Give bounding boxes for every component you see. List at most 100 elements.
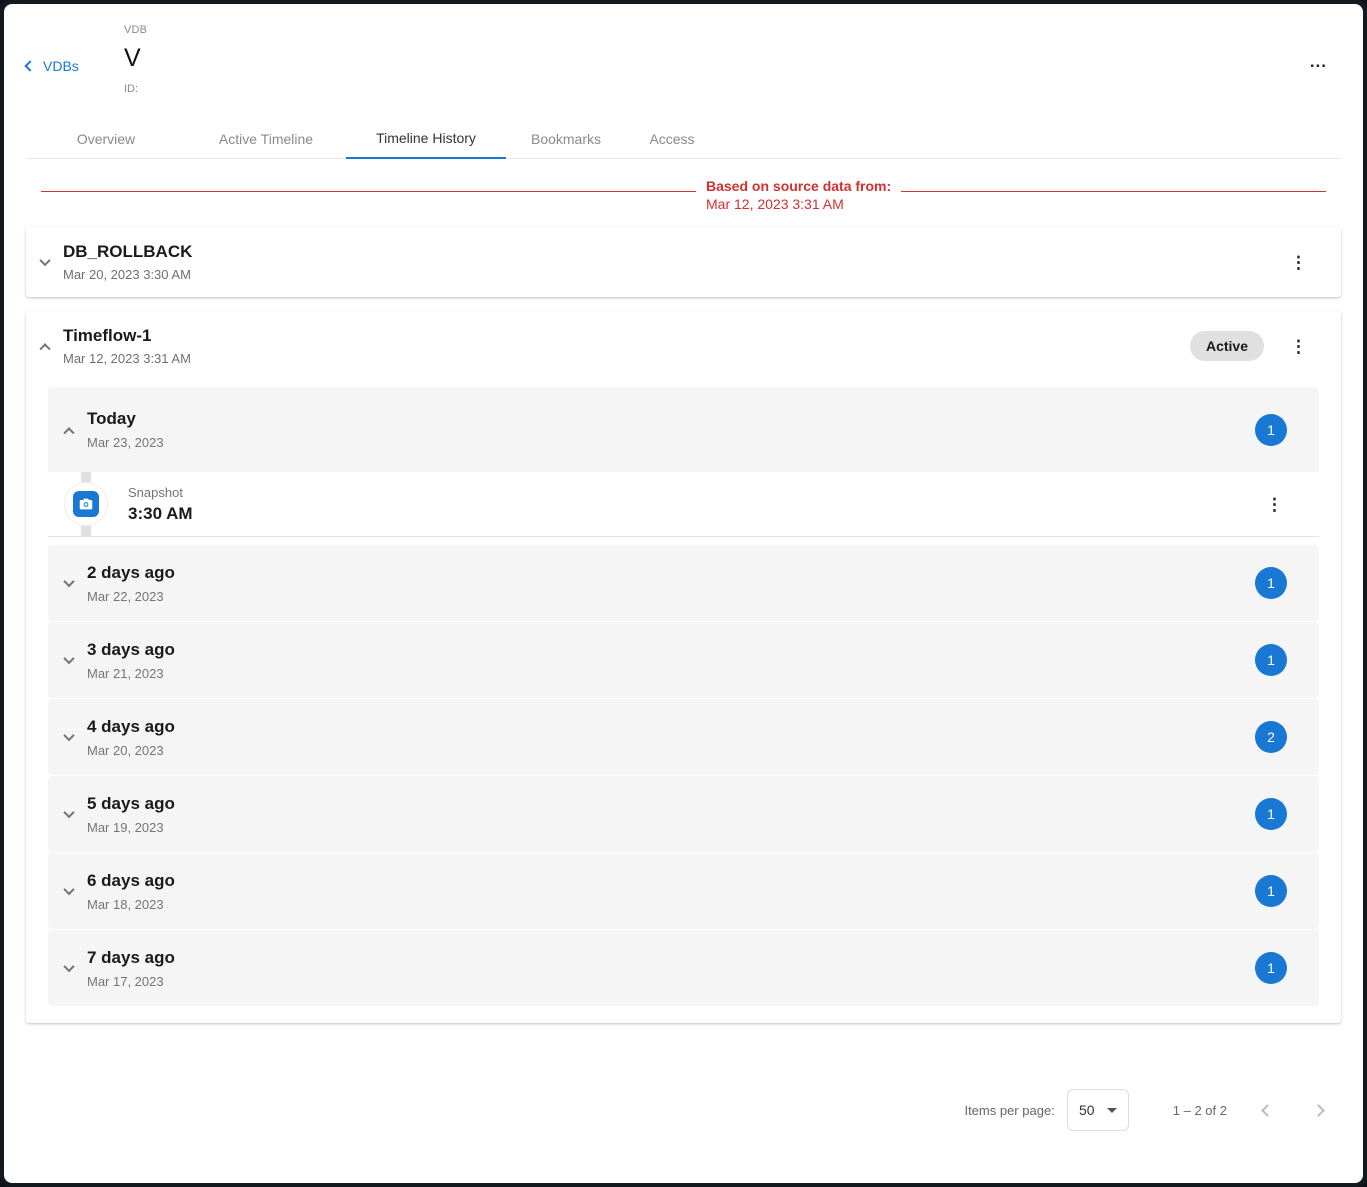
snapshot-count-badge: 1	[1255, 952, 1287, 984]
chevron-down-icon	[63, 730, 74, 741]
chevron-up-icon	[39, 343, 50, 354]
kebab-menu-icon[interactable]: ⋮	[1286, 250, 1311, 275]
day-group-titles: Today Mar 23, 2023	[87, 409, 164, 450]
day-group-header[interactable]: 7 days ago Mar 17, 2023 1	[48, 930, 1319, 1006]
previous-page-button[interactable]	[1257, 1097, 1278, 1124]
day-group-titles: 6 days ago Mar 18, 2023	[87, 871, 175, 912]
day-group-header[interactable]: 5 days ago Mar 19, 2023 1	[48, 776, 1319, 852]
tab-label: Active Timeline	[219, 131, 313, 147]
day-group-date: Mar 18, 2023	[87, 897, 175, 912]
timeflow-accordion-db-rollback: DB_ROLLBACK Mar 20, 2023 3:30 AM ⋮	[26, 227, 1341, 297]
day-group-title: 5 days ago	[87, 794, 175, 814]
snapshot-node	[64, 482, 108, 526]
day-group: 2 days ago Mar 22, 2023 1	[48, 545, 1319, 621]
snapshot-row[interactable]: Snapshot 3:30 AM ⋮	[48, 472, 1319, 536]
day-group-date: Mar 17, 2023	[87, 974, 175, 989]
window-frame: VDBs VDB V ID: ... Overview Active Timel…	[0, 0, 1367, 1187]
tab-label: Access	[649, 131, 694, 147]
snapshot-time: 3:30 AM	[128, 504, 193, 524]
day-group: 3 days ago Mar 21, 2023 1	[48, 622, 1319, 698]
banner-date: Mar 12, 2023 3:31 AM	[706, 195, 891, 213]
day-group-date: Mar 21, 2023	[87, 666, 175, 681]
timeflow-titles: Timeflow-1 Mar 12, 2023 3:31 AM	[63, 326, 191, 366]
snapshot-text: Snapshot 3:30 AM	[128, 485, 193, 524]
day-group-date: Mar 19, 2023	[87, 820, 175, 835]
day-group: 4 days ago Mar 20, 2023 2	[48, 699, 1319, 775]
items-per-page-select[interactable]: 50	[1067, 1089, 1129, 1131]
chevron-up-icon	[63, 427, 74, 438]
day-group-header[interactable]: 4 days ago Mar 20, 2023 2	[48, 699, 1319, 775]
pagination-range-label: 1 – 2 of 2	[1173, 1103, 1227, 1118]
kebab-menu-icon[interactable]: ⋮	[1286, 334, 1311, 359]
more-actions-button[interactable]: ...	[1310, 52, 1327, 72]
timeflow-header-timeflow-1[interactable]: Timeflow-1 Mar 12, 2023 3:31 AM Active ⋮	[26, 311, 1341, 381]
banner-label: Based on source data from:	[706, 177, 891, 195]
snapshot-type-label: Snapshot	[128, 485, 193, 500]
banner-text: Based on source data from: Mar 12, 2023 …	[696, 177, 901, 213]
vdb-detail-page: VDBs VDB V ID: ... Overview Active Timel…	[4, 4, 1363, 1183]
day-group: 7 days ago Mar 17, 2023 1	[48, 930, 1319, 1006]
day-group-titles: 5 days ago Mar 19, 2023	[87, 794, 175, 835]
page-title: V	[124, 44, 147, 73]
timeflow-date: Mar 12, 2023 3:31 AM	[63, 351, 191, 366]
timeflow-titles: DB_ROLLBACK Mar 20, 2023 3:30 AM	[63, 242, 192, 282]
tab-bookmarks[interactable]: Bookmarks	[506, 118, 626, 159]
back-link-label: VDBs	[43, 58, 79, 74]
chevron-down-icon	[63, 961, 74, 972]
timeflow-name: Timeflow-1	[63, 326, 191, 346]
snapshot-count-badge: 1	[1255, 875, 1287, 907]
items-per-page-label: Items per page:	[964, 1103, 1054, 1118]
day-group: 5 days ago Mar 19, 2023 1	[48, 776, 1319, 852]
banner-divider-left	[41, 177, 696, 192]
snapshot-count-badge: 1	[1255, 798, 1287, 830]
kebab-menu-icon[interactable]: ⋮	[1262, 492, 1287, 517]
day-group-date: Mar 20, 2023	[87, 743, 175, 758]
source-data-banner: Based on source data from: Mar 12, 2023 …	[41, 177, 1326, 213]
next-page-button[interactable]	[1308, 1097, 1329, 1124]
chevron-down-icon	[39, 255, 50, 266]
chevron-down-icon	[63, 653, 74, 664]
timeflow-header-db-rollback[interactable]: DB_ROLLBACK Mar 20, 2023 3:30 AM ⋮	[26, 227, 1341, 297]
day-group-title: 6 days ago	[87, 871, 175, 891]
tab-access[interactable]: Access	[626, 118, 718, 159]
tab-label: Bookmarks	[531, 131, 601, 147]
tab-label: Timeline History	[376, 130, 476, 146]
day-group-header[interactable]: Today Mar 23, 2023 1	[48, 387, 1319, 472]
banner-divider-right	[901, 177, 1326, 192]
caret-down-icon	[1107, 1108, 1117, 1113]
day-group-titles: 2 days ago Mar 22, 2023	[87, 563, 175, 604]
tab-overview[interactable]: Overview	[26, 118, 186, 159]
tab-timeline-history[interactable]: Timeline History	[346, 118, 506, 159]
day-group-titles: 3 days ago Mar 21, 2023	[87, 640, 175, 681]
back-to-vdbs-link[interactable]: VDBs	[26, 58, 79, 74]
chevron-left-icon	[24, 60, 35, 71]
day-group-date: Mar 22, 2023	[87, 589, 175, 604]
tab-bar: Overview Active Timeline Timeline Histor…	[26, 118, 1341, 159]
vdb-eyebrow-label: VDB	[124, 24, 147, 36]
day-group-title: Today	[87, 409, 164, 429]
title-block: VDB V ID:	[124, 24, 147, 95]
day-group-titles: 4 days ago Mar 20, 2023	[87, 717, 175, 758]
camera-icon	[73, 491, 99, 517]
snapshot-count-badge: 1	[1255, 414, 1287, 446]
timeflow-date: Mar 20, 2023 3:30 AM	[63, 267, 192, 282]
day-group-title: 2 days ago	[87, 563, 175, 583]
chevron-down-icon	[63, 807, 74, 818]
tab-active-timeline[interactable]: Active Timeline	[186, 118, 346, 159]
day-group-title: 3 days ago	[87, 640, 175, 660]
chevron-right-icon	[1312, 1104, 1325, 1117]
timeflow-accordion-timeflow-1: Timeflow-1 Mar 12, 2023 3:31 AM Active ⋮…	[26, 311, 1341, 1023]
snapshot-count-badge: 1	[1255, 644, 1287, 676]
day-group-header[interactable]: 6 days ago Mar 18, 2023 1	[48, 853, 1319, 929]
vdb-id-label: ID:	[124, 83, 147, 95]
chevron-down-icon	[63, 884, 74, 895]
day-group-list: Today Mar 23, 2023 1	[48, 387, 1319, 1006]
day-group-header[interactable]: 3 days ago Mar 21, 2023 1	[48, 622, 1319, 698]
timeflow-name: DB_ROLLBACK	[63, 242, 192, 262]
day-group-header[interactable]: 2 days ago Mar 22, 2023 1	[48, 545, 1319, 621]
day-group-titles: 7 days ago Mar 17, 2023	[87, 948, 175, 989]
day-group-title: 7 days ago	[87, 948, 175, 968]
items-per-page-value: 50	[1079, 1102, 1095, 1118]
page-header: VDBs VDB V ID: ...	[26, 4, 1341, 118]
day-group-title: 4 days ago	[87, 717, 175, 737]
